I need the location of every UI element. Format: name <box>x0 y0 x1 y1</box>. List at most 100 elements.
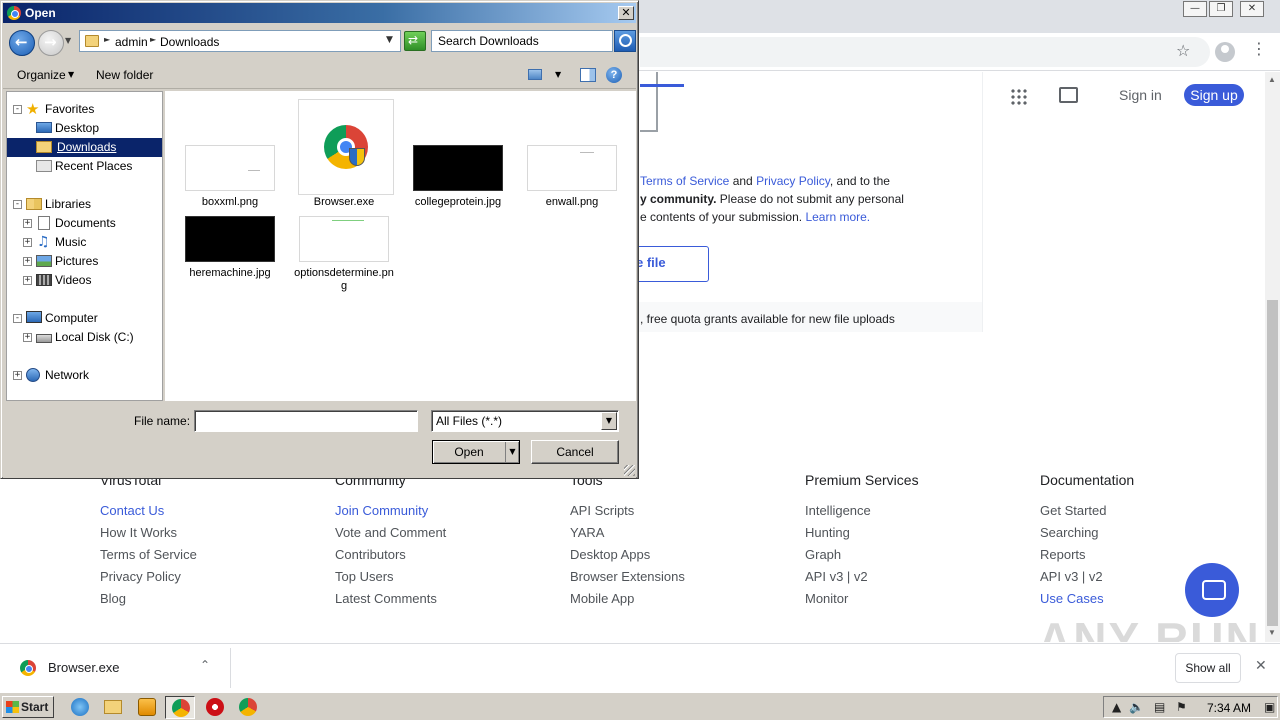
browser-menu-icon[interactable]: ⋮ <box>1251 41 1267 57</box>
close-dialog-button[interactable]: ✕ <box>618 6 634 20</box>
help-icon[interactable]: ? <box>606 67 622 83</box>
network-icon[interactable]: ▤ <box>1154 700 1165 714</box>
show-hidden-icons-icon[interactable]: ▲ <box>1112 700 1121 714</box>
file-item-browser-exe[interactable]: Browser.exe <box>294 99 394 209</box>
footer-link-browser-extensions[interactable]: Browser Extensions <box>570 568 770 590</box>
scroll-thumb[interactable] <box>1267 300 1278 626</box>
organize-button[interactable]: Organize <box>17 68 66 82</box>
chevron-down-icon[interactable]: ▼ <box>601 412 617 430</box>
footer-link-searching[interactable]: Searching <box>1040 524 1240 546</box>
open-button[interactable]: Open ▼ <box>432 440 520 464</box>
volume-icon[interactable]: 🔈 <box>1129 700 1144 714</box>
tree-item-desktop[interactable]: Desktop <box>7 119 162 138</box>
tree-item-music[interactable]: + ♫ Music <box>7 233 162 252</box>
chevron-up-icon[interactable]: ⌃ <box>200 658 210 672</box>
collapse-icon[interactable]: - <box>13 314 22 323</box>
scroll-down-icon[interactable]: ▼ <box>1268 628 1276 637</box>
bookmark-star-icon[interactable]: ☆ <box>1176 41 1190 60</box>
footer-link-hunting[interactable]: Hunting <box>805 524 1005 546</box>
footer-link-graph[interactable]: Graph <box>805 546 1005 568</box>
tree-item-network[interactable]: + Network <box>7 366 162 385</box>
file-explorer-icon[interactable] <box>104 700 122 714</box>
forward-arrow-icon[interactable] <box>38 30 64 56</box>
refresh-icon[interactable] <box>404 31 426 51</box>
expand-icon[interactable]: + <box>23 257 32 266</box>
preview-pane-icon[interactable] <box>580 68 596 82</box>
search-icon[interactable] <box>614 30 636 52</box>
footer-link-api-scripts[interactable]: API Scripts <box>570 502 770 524</box>
file-item-optionsdetermine[interactable]: optionsdetermine.png <box>294 211 394 301</box>
footer-link-contributors[interactable]: Contributors <box>335 546 535 568</box>
tree-item-documents[interactable]: + Documents <box>7 214 162 233</box>
clock[interactable]: 7:34 AM <box>1207 701 1251 715</box>
footer-link-privacy[interactable]: Privacy Policy <box>100 568 300 590</box>
tree-item-pictures[interactable]: + Pictures <box>7 252 162 271</box>
close-icon[interactable]: ✕ <box>1255 658 1267 674</box>
back-arrow-icon[interactable] <box>9 30 35 56</box>
tree-item-local-disk[interactable]: + Local Disk (C:) <box>7 328 162 347</box>
learn-more-link[interactable]: Learn more. <box>805 210 870 224</box>
footer-link-get-started[interactable]: Get Started <box>1040 502 1240 524</box>
close-window-button[interactable]: ✕ <box>1240 1 1264 17</box>
action-center-flag-icon[interactable]: ⚑ <box>1176 700 1187 714</box>
cancel-button[interactable]: Cancel <box>531 440 619 464</box>
expand-icon[interactable]: + <box>13 371 22 380</box>
footer-link-terms[interactable]: Terms of Service <box>100 546 300 568</box>
collapse-icon[interactable]: - <box>13 105 22 114</box>
footer-link-api[interactable]: API v3 | v2 <box>805 568 1005 590</box>
footer-link-desktop-apps[interactable]: Desktop Apps <box>570 546 770 568</box>
minimize-button[interactable]: — <box>1183 1 1207 17</box>
expand-icon[interactable]: + <box>23 219 32 228</box>
footer-link-mobile-app[interactable]: Mobile App <box>570 590 770 612</box>
recent-locations-chevron-icon[interactable]: ▼ <box>65 36 71 45</box>
tree-item-favorites[interactable]: - ★ Favorites <box>7 100 162 119</box>
footer-link-join-community[interactable]: Join Community <box>335 502 535 524</box>
file-item-boxxml[interactable]: boxxml.png <box>180 99 280 209</box>
show-desktop-icon[interactable]: ▣ <box>1264 700 1275 714</box>
footer-link-intelligence[interactable]: Intelligence <box>805 502 1005 524</box>
expand-icon[interactable]: + <box>23 333 32 342</box>
footer-link-latest-comments[interactable]: Latest Comments <box>335 590 535 612</box>
tree-item-libraries[interactable]: - Libraries <box>7 195 162 214</box>
address-bar[interactable] <box>640 37 1210 67</box>
footer-link-monitor[interactable]: Monitor <box>805 590 1005 612</box>
tree-item-videos[interactable]: + Videos <box>7 271 162 290</box>
open-options-chevron-icon[interactable]: ▼ <box>505 442 519 462</box>
show-all-button[interactable]: Show all <box>1175 653 1241 683</box>
expand-icon[interactable]: + <box>23 238 32 247</box>
file-type-select[interactable]: All Files (*.*) ▼ <box>431 410 619 432</box>
tree-item-downloads[interactable]: Downloads <box>7 138 162 157</box>
breadcrumb-separator-icon[interactable]: ► <box>104 35 110 44</box>
breadcrumb-separator-icon[interactable]: ► <box>150 35 156 44</box>
change-view-icon[interactable] <box>528 69 542 80</box>
file-name-input[interactable] <box>194 410 418 432</box>
collapse-icon[interactable]: - <box>13 200 22 209</box>
file-item-heremachine[interactable]: heremachine.jpg <box>180 211 280 291</box>
taskbar-chrome-button[interactable] <box>165 696 195 719</box>
terms-of-service-link[interactable]: Terms of Service <box>640 174 729 188</box>
breadcrumb-downloads[interactable]: Downloads <box>160 35 219 49</box>
expand-icon[interactable]: + <box>23 276 32 285</box>
tree-item-computer[interactable]: - Computer <box>7 309 162 328</box>
download-item[interactable]: Browser.exe ⌃ <box>10 648 229 688</box>
file-item-collegeprotein[interactable]: collegeprotein.jpg <box>408 99 508 209</box>
chrome-icon[interactable] <box>239 698 257 716</box>
location-breadcrumb[interactable]: ► admin ► Downloads ▼ <box>79 30 401 52</box>
restore-button[interactable]: ❐ <box>1209 1 1233 17</box>
start-button[interactable]: Start <box>2 696 54 718</box>
address-dropdown-icon[interactable]: ▼ <box>386 35 393 45</box>
scroll-up-icon[interactable]: ▲ <box>1268 75 1276 84</box>
sign-in-link[interactable]: Sign in <box>1119 87 1162 103</box>
footer-link-vote-comment[interactable]: Vote and Comment <box>335 524 535 546</box>
breadcrumb-admin[interactable]: admin <box>115 35 148 49</box>
media-player-icon[interactable] <box>138 698 156 716</box>
chat-support-button[interactable] <box>1185 563 1239 617</box>
footer-link-contact-us[interactable]: Contact Us <box>100 502 300 524</box>
sign-up-button[interactable]: Sign up <box>1184 84 1244 106</box>
comments-icon[interactable] <box>1059 87 1078 103</box>
footer-link-yara[interactable]: YARA <box>570 524 770 546</box>
search-input[interactable]: Search Downloads <box>431 30 613 52</box>
file-item-enwall[interactable]: enwall.png <box>522 99 622 209</box>
new-folder-button[interactable]: New folder <box>96 68 153 82</box>
opera-icon[interactable] <box>206 698 224 716</box>
